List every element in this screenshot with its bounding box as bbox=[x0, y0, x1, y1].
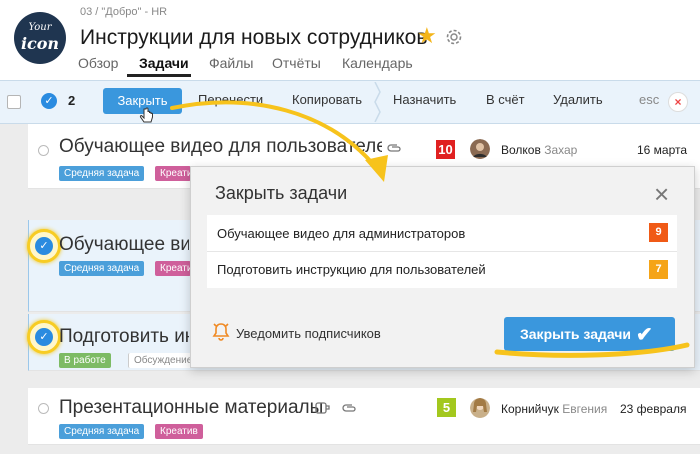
annotation-overlay bbox=[170, 100, 690, 358]
